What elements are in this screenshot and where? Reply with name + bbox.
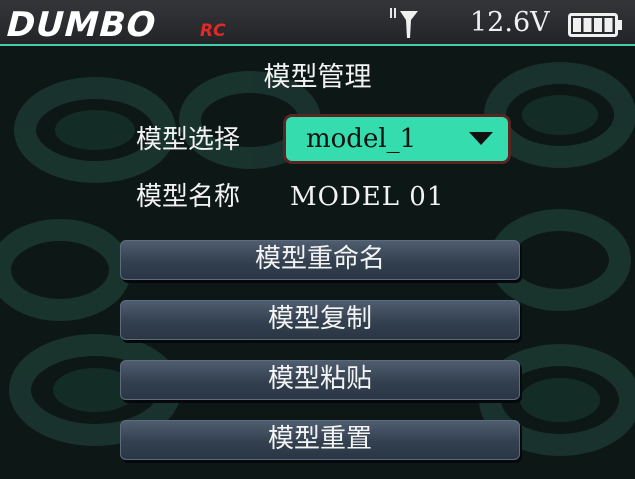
battery-cell	[604, 18, 613, 32]
dumbo-rc-logo: DUMBO RC	[4, 5, 226, 40]
logo-sub-text: RC	[200, 21, 226, 40]
model-name-label: 模型名称	[136, 182, 241, 212]
battery-cell	[573, 18, 581, 32]
model-name-value: MODEL 01	[290, 182, 445, 212]
antenna-icon	[390, 8, 418, 38]
copy-model-button[interactable]: 模型复制	[120, 300, 520, 340]
model-select-value: model_1	[306, 124, 417, 154]
rename-model-button[interactable]: 模型重命名	[120, 240, 520, 280]
page-title: 模型管理	[263, 62, 372, 93]
model-select-label: 模型选择	[136, 125, 241, 155]
battery-cell	[583, 18, 592, 32]
battery-icon	[568, 13, 622, 37]
chevron-down-icon	[469, 132, 493, 145]
status-bar: DUMBO RC 12.6V	[0, 0, 635, 46]
logo-text: DUMBO	[4, 5, 161, 40]
voltage-readout: 12.6V	[470, 7, 550, 38]
battery-cell	[594, 18, 602, 32]
model-select-dropdown[interactable]: model_1	[283, 114, 511, 164]
reset-model-button[interactable]: 模型重置	[120, 420, 520, 460]
paste-model-button[interactable]: 模型粘贴	[120, 360, 520, 400]
